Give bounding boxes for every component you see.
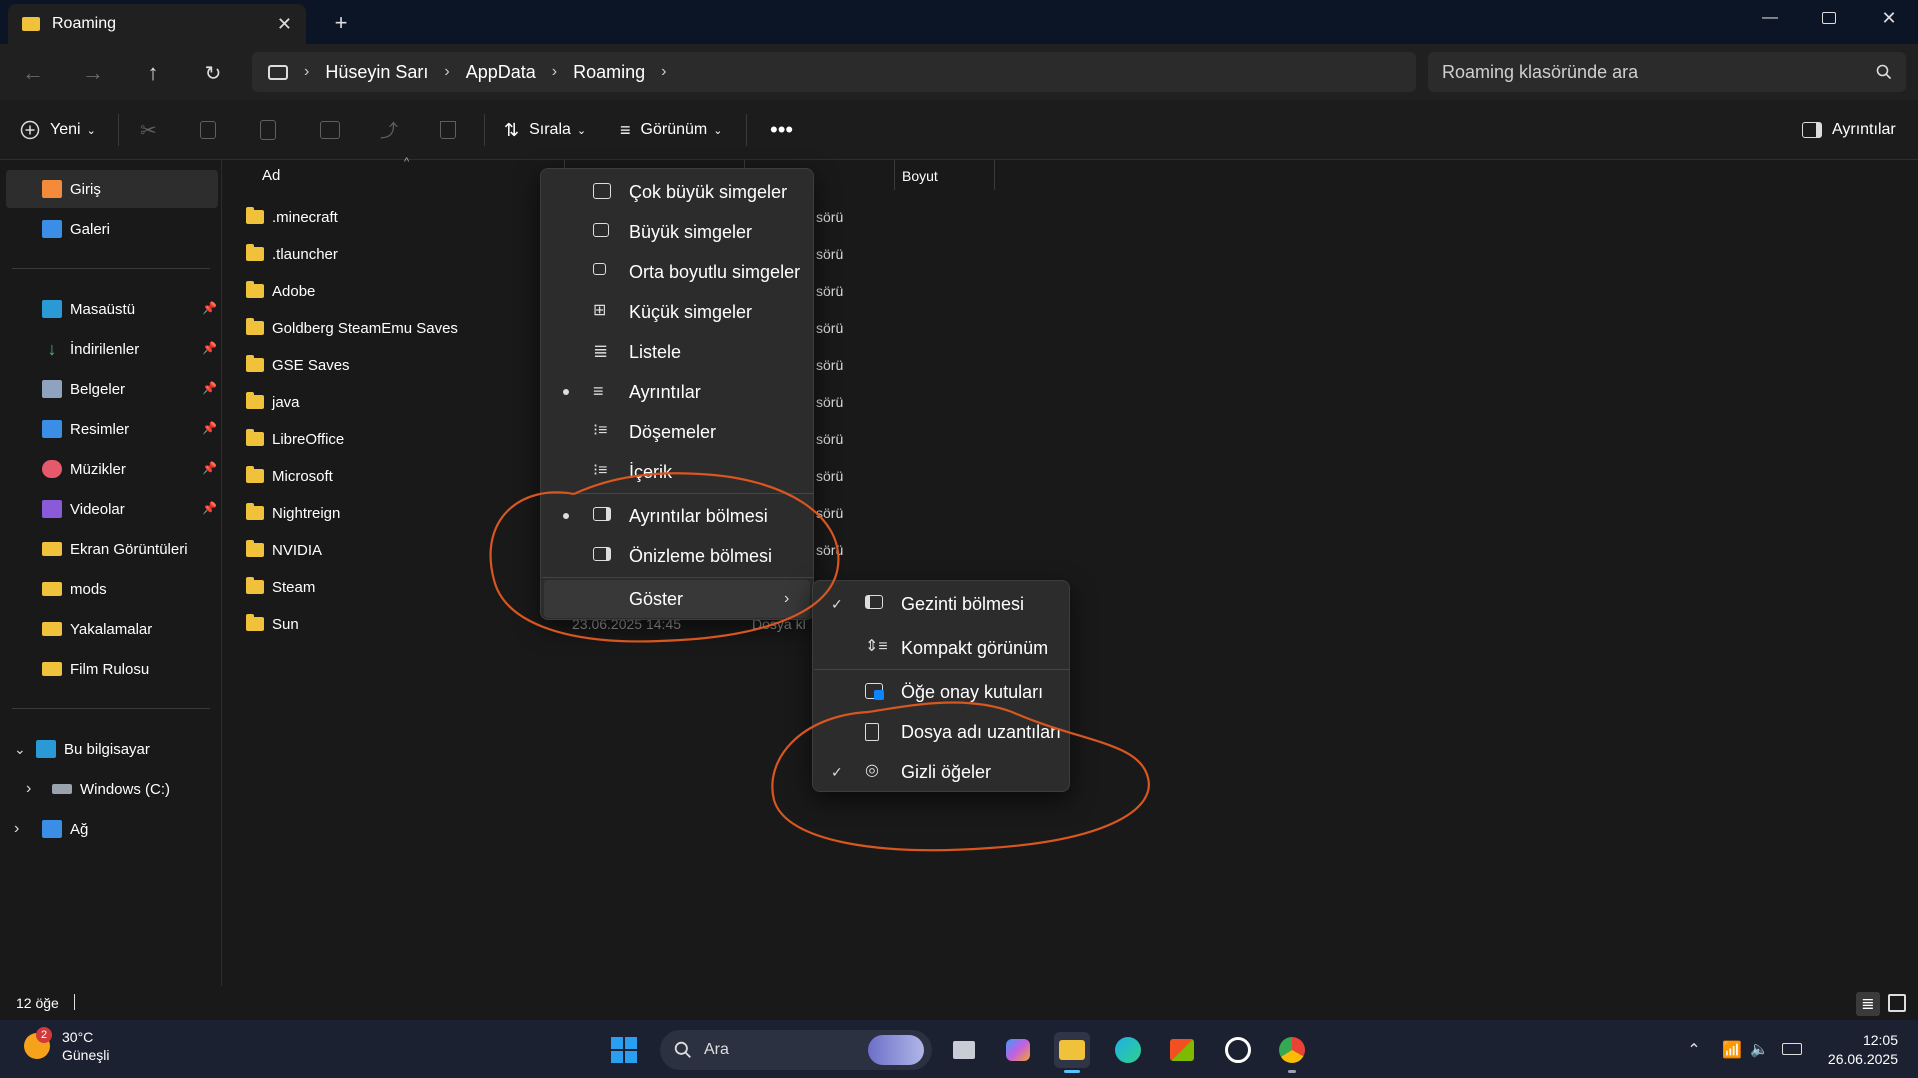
large-icons-view-toggle[interactable]: [1888, 994, 1906, 1012]
taskbar-search-label: Ara: [704, 1041, 729, 1058]
store-icon[interactable]: [1164, 1032, 1200, 1068]
weather-widget[interactable]: 2 30°C Güneşli: [24, 1027, 110, 1064]
chrome-icon[interactable]: [1274, 1032, 1310, 1068]
whatsapp-icon[interactable]: [1220, 1032, 1256, 1068]
status-bar: [0, 986, 1918, 1020]
taskbar-search[interactable]: Ara: [660, 1030, 932, 1070]
copilot-icon[interactable]: [1000, 1032, 1036, 1068]
clock[interactable]: 12:05 26.06.2025: [1820, 1031, 1898, 1069]
notification-badge: 2: [36, 1027, 52, 1043]
active-app-indicator: [1064, 1070, 1080, 1073]
annotation-circles: [489, 472, 1150, 852]
clock-date: 26.06.2025: [1827, 1051, 1898, 1067]
weather-temperature: 30°C: [62, 1029, 94, 1045]
clock-time: 12:05: [1862, 1032, 1898, 1048]
volume-icon[interactable]: 🔈: [1750, 1040, 1769, 1058]
item-count: 12 öğe: [16, 995, 59, 1011]
status-divider: [74, 994, 75, 1010]
wifi-icon[interactable]: 📶: [1722, 1040, 1742, 1060]
annotation-circle-hidden-items: [771, 701, 1150, 852]
windows-logo-icon: [611, 1037, 637, 1063]
chevron-up-icon[interactable]: ⌃: [1684, 1038, 1704, 1062]
open-app-indicator: [1288, 1070, 1296, 1073]
search-icon: [674, 1041, 691, 1058]
start-button[interactable]: [606, 1032, 642, 1068]
file-explorer-icon[interactable]: [1054, 1032, 1090, 1068]
battery-icon[interactable]: [1782, 1043, 1802, 1055]
search-highlight-image: [868, 1035, 924, 1065]
weather-condition: Güneşli: [62, 1047, 110, 1063]
task-view-icon[interactable]: [946, 1032, 982, 1068]
edge-icon[interactable]: [1110, 1032, 1146, 1068]
sun-icon: 2: [24, 1027, 52, 1059]
annotation-circle-panes: [489, 472, 840, 643]
details-view-toggle[interactable]: ≣: [1856, 992, 1880, 1016]
